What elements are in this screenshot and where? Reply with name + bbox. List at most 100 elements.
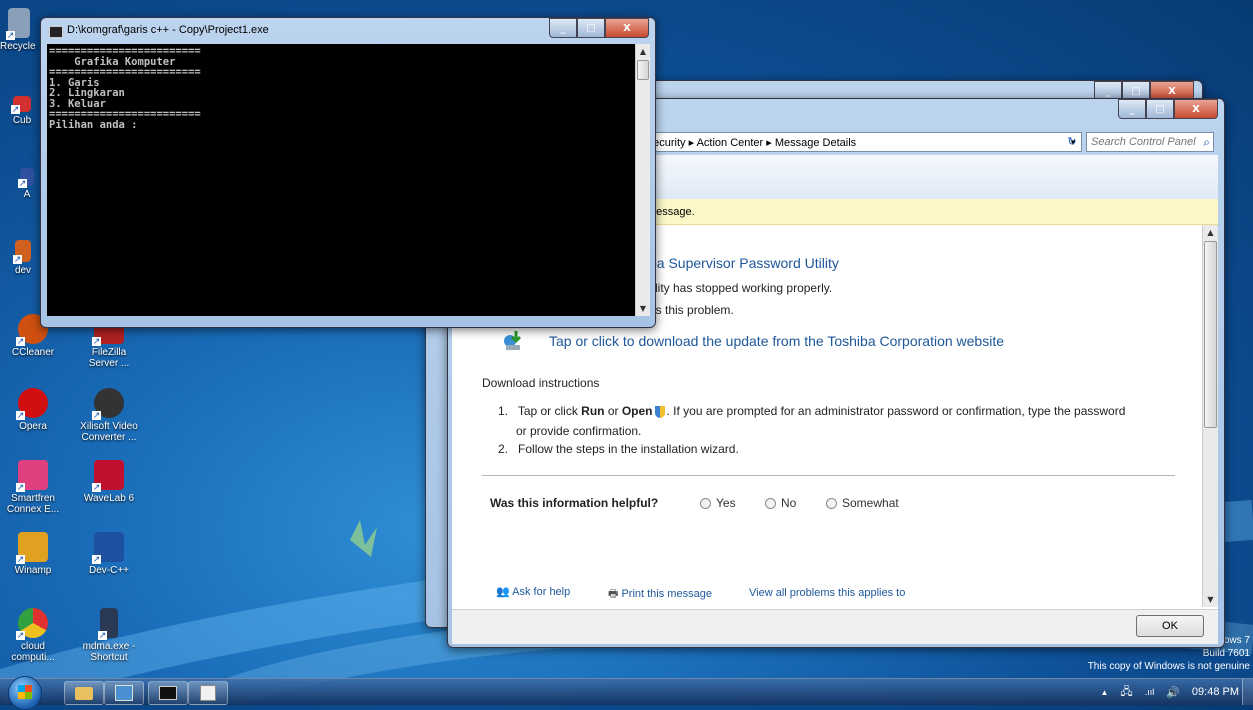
scroll-thumb[interactable] xyxy=(1204,241,1217,428)
radio-circle[interactable] xyxy=(700,498,711,510)
console-line: ======================== xyxy=(49,45,201,57)
desktop-icon-opera[interactable]: Opera xyxy=(4,388,62,432)
shield-icon xyxy=(654,405,665,418)
desktop-icon-xilisoft[interactable]: Xilisoft Video Converter ... xyxy=(80,388,138,443)
console-line: 1. Garis xyxy=(49,76,100,89)
desktop-icon-recycle-bin[interactable]: Recycle Bin xyxy=(0,8,38,52)
radio-circle[interactable] xyxy=(765,498,776,510)
scroll-up-arrow[interactable]: ▲ xyxy=(636,44,650,59)
download-instructions-label: Download instructions xyxy=(482,376,600,390)
desktop-icon-dev[interactable]: dev xyxy=(5,240,41,276)
window-caption-buttons: _ □ X xyxy=(549,18,649,38)
button-bar: OK xyxy=(452,609,1218,644)
search-icon[interactable]: ⌕ xyxy=(1203,135,1210,150)
open-label: Open xyxy=(621,404,653,418)
console-title: D:\komgraf\garis c++ - Copy\Project1.exe xyxy=(67,24,269,36)
content-scrollbar[interactable]: ▲ ▼ xyxy=(1202,225,1218,607)
radio-no[interactable]: No xyxy=(765,496,796,510)
show-desktop-button[interactable] xyxy=(1242,679,1253,705)
desktop-icon-mdma[interactable]: mdma.exe - Shortcut xyxy=(80,608,138,663)
people-icon: 👥 xyxy=(496,586,510,598)
ask-help-link[interactable]: 👥 Ask for help xyxy=(496,585,570,598)
scroll-up-arrow[interactable]: ▲ xyxy=(1203,225,1218,240)
winamp-icon xyxy=(16,532,48,564)
desktop-icon-a[interactable]: A xyxy=(12,168,42,200)
minimize-button[interactable]: _ xyxy=(549,18,577,38)
maximize-button[interactable]: □ xyxy=(577,18,605,38)
chrome-icon xyxy=(16,608,48,640)
instruction-step-1: 1. Tap or click Run or Open . If you are … xyxy=(498,401,1198,441)
close-button[interactable]: X xyxy=(1174,99,1218,119)
radio-no-label: No xyxy=(781,496,797,510)
search-input[interactable] xyxy=(1087,133,1197,150)
radio-somewhat[interactable]: Somewhat xyxy=(826,496,899,510)
taskbar-explorer-button[interactable] xyxy=(64,681,104,705)
maximize-button[interactable]: □ xyxy=(1146,99,1174,119)
instruction-step-2: 2. Follow the steps in the installation … xyxy=(498,442,739,456)
view-all-problems-link[interactable]: View all problems this applies to xyxy=(749,587,905,599)
console-app-icon xyxy=(49,26,63,38)
radio-yes[interactable]: Yes xyxy=(700,496,736,510)
taskbar-console-button[interactable] xyxy=(148,681,188,705)
opera-icon xyxy=(16,388,48,420)
taskbar: ▲ 🖧 .ııl 🔊 09:48 PM xyxy=(0,676,1253,710)
scroll-down-arrow[interactable]: ▼ xyxy=(1203,592,1218,607)
windows-logo-icon xyxy=(18,685,32,699)
step-1-continuation: or provide confirmation. xyxy=(516,424,642,438)
console-scrollbar[interactable]: ▲ ▼ xyxy=(635,44,650,316)
wavelab-icon xyxy=(92,460,124,492)
console-line: Pilihan anda : xyxy=(49,118,138,131)
console-line: ======================== xyxy=(49,108,201,120)
app-icon xyxy=(18,168,34,188)
app-icon xyxy=(11,96,31,114)
desktop-icon-cub[interactable]: Cub xyxy=(2,96,42,126)
watermark-line2: Build 7601 xyxy=(1202,648,1250,659)
show-hidden-icons[interactable]: ▲ xyxy=(1101,688,1109,697)
recycle-bin-icon xyxy=(6,8,30,40)
network-adapter-icon[interactable]: 🖧 xyxy=(1120,683,1132,702)
download-update-link[interactable]: Tap or click to download the update from… xyxy=(549,333,1004,349)
refresh-button[interactable]: ↻ xyxy=(1062,132,1082,152)
film-reel-icon xyxy=(92,388,124,420)
console-icon xyxy=(159,686,177,700)
scroll-thumb[interactable] xyxy=(637,60,649,80)
volume-icon[interactable]: 🔊 xyxy=(1166,686,1180,699)
minimize-button[interactable]: _ xyxy=(1118,99,1146,119)
taskbar-control-panel-button[interactable] xyxy=(104,681,144,705)
ok-button[interactable]: OK xyxy=(1136,615,1204,637)
start-button[interactable] xyxy=(8,676,42,710)
scroll-down-arrow[interactable]: ▼ xyxy=(636,301,650,316)
step-number: 2. xyxy=(498,442,509,456)
desktop-icon-wavelab[interactable]: WaveLab 6 xyxy=(80,460,138,504)
watermark-line3: This copy of Windows is not genuine xyxy=(1087,661,1250,672)
smartfren-icon xyxy=(16,460,48,492)
taskbar-winword-button[interactable] xyxy=(188,681,228,705)
step-1-post: . If you are prompted for an administrat… xyxy=(666,404,1126,418)
print-message-link[interactable]: 🖶 Print this message xyxy=(608,585,712,604)
desktop-icon-cloud-computing[interactable]: cloud computi... xyxy=(4,608,62,663)
desktop-icon-devcpp[interactable]: Dev-C++ xyxy=(80,532,138,576)
step-1-pre: Tap or click xyxy=(517,404,582,418)
solution-description: es this problem. xyxy=(649,303,734,317)
refresh-icon: ↻ xyxy=(1067,135,1077,148)
step-1-or: or xyxy=(604,404,622,418)
console-line: 2. Lingkaran xyxy=(49,87,125,99)
printer-icon: 🖶 xyxy=(608,588,619,600)
problem-description: tility has stopped working properly. xyxy=(649,281,833,295)
print-message-label[interactable]: Print this message xyxy=(621,588,711,600)
helpful-question: Was this information helpful? xyxy=(490,496,659,510)
search-box[interactable]: ⌕ xyxy=(1086,132,1214,152)
console-output[interactable]: ======================== Grafika Kompute… xyxy=(47,44,635,316)
radio-yes-label: Yes xyxy=(716,496,736,510)
desktop-icon-winamp[interactable]: Winamp xyxy=(4,532,62,576)
console-window[interactable]: D:\komgraf\garis c++ - Copy\Project1.exe… xyxy=(40,17,656,328)
ask-help-label[interactable]: Ask for help xyxy=(512,586,570,598)
clock[interactable]: 09:48 PM xyxy=(1192,686,1239,698)
system-tray: ▲ 🖧 .ııl 🔊 09:48 PM xyxy=(1101,679,1240,705)
problem-heading: ba Supervisor Password Utility xyxy=(649,255,839,271)
desktop-icon-smartfren[interactable]: Smartfren Connex E... xyxy=(4,460,62,515)
close-button[interactable]: X xyxy=(605,18,649,38)
radio-somewhat-label: Somewhat xyxy=(842,496,899,510)
radio-circle[interactable] xyxy=(826,498,837,510)
signal-strength-icon[interactable]: .ııl xyxy=(1145,687,1155,697)
